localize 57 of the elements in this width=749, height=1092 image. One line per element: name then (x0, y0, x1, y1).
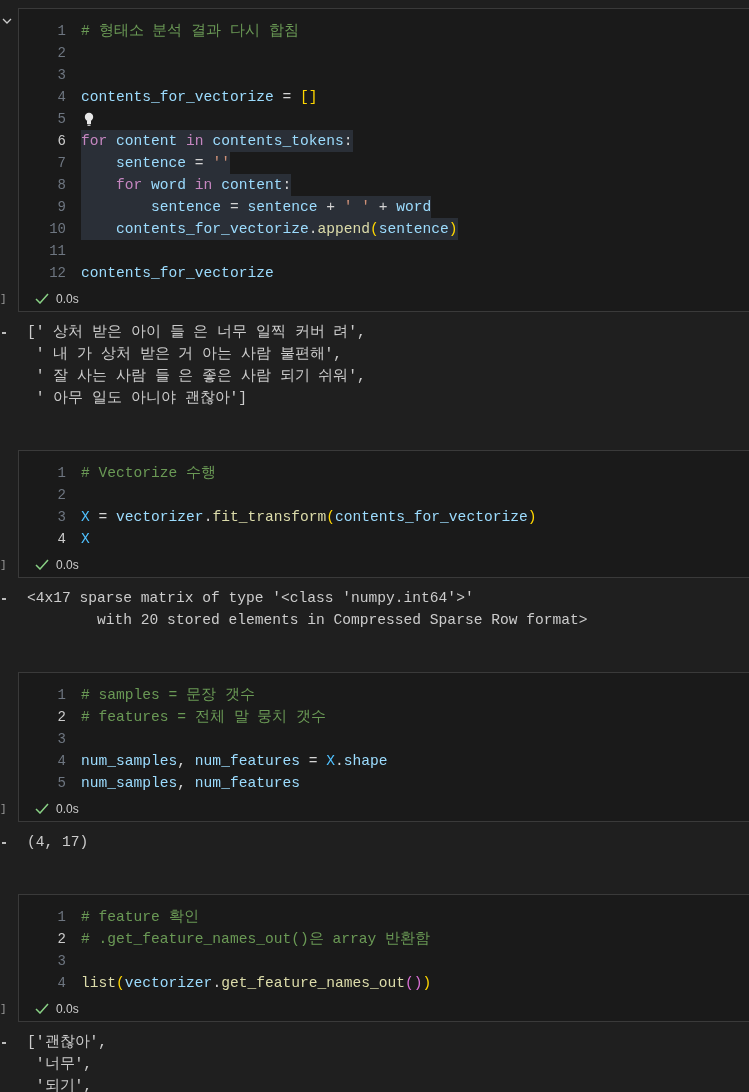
output-marker (2, 598, 6, 600)
line-number: 3 (56, 65, 66, 85)
output-line: with 20 stored elements in Compressed Sparse Row format> (96, 611, 589, 630)
line-number: 9 (56, 197, 66, 217)
line-number: 3 (56, 729, 66, 749)
execution-time: 0.0s (56, 556, 79, 574)
output-line: '너무', (34, 1055, 94, 1074)
line-number: 8 (56, 175, 66, 195)
line-number: 1 (56, 463, 66, 483)
code-cell[interactable] (18, 8, 749, 312)
line-number: 3 (56, 951, 66, 971)
check-icon (35, 559, 49, 570)
line-number: 3 (56, 507, 66, 527)
output-line: ['괜찮아', (27, 1033, 109, 1052)
line-number: 1 (56, 21, 66, 41)
execution-count: ] (0, 1001, 7, 1017)
output-line: '되기', (34, 1077, 94, 1092)
output-line: [' 상처 받은 아이 들 은 너무 일찍 커버 려', (27, 323, 367, 342)
line-number: 2 (56, 707, 66, 727)
output-line: (4, 17) (27, 833, 90, 852)
execution-time: 0.0s (56, 1000, 79, 1018)
execution-time: 0.0s (56, 290, 79, 308)
output-marker (2, 842, 6, 844)
execution-count: ] (0, 801, 7, 817)
lightbulb-icon[interactable] (84, 112, 94, 126)
output-line: <4x17 sparse matrix of type '<class 'numpy.int64'>' (27, 589, 475, 608)
code-cell[interactable]: 1 # samples = 문장 갯수 2 # features = 전체 말 뭉치 갯수 3 4 num_samples, num_features = X.shape 5 num_samples, num_features 0.0s (18, 672, 749, 822)
code-cell[interactable]: 1 # feature 확인 2 # .get_feature_names_out()은 array 반환함 3 4 list(vectorizer.get_feature_names_out()) 0.0s (18, 894, 749, 1022)
output-marker (2, 332, 6, 334)
line-number: 5 (56, 773, 66, 793)
check-icon (35, 803, 49, 814)
output-line: ' 아무 일도 아니야 괜찮아'] (34, 389, 249, 408)
output-line: ' 내 가 상처 받은 거 아는 사람 불편해', (34, 345, 344, 364)
line-number: 2 (56, 485, 66, 505)
line-number: 11 (48, 241, 66, 261)
code-cell[interactable]: 1 # Vectorize 수행 2 3 X = vectorizer.fit_transform(contents_for_vectorize) 4 X 0.0s (18, 450, 749, 578)
line-number: 4 (56, 87, 66, 107)
line-number: 1 (56, 685, 66, 705)
line-number: 5 (56, 109, 66, 129)
line-number: 4 (56, 973, 66, 993)
execution-time: 0.0s (56, 800, 79, 818)
line-number: 7 (56, 153, 66, 173)
line-number: 4 (56, 529, 66, 549)
line-number: 6 (56, 131, 66, 151)
check-icon (35, 1003, 49, 1014)
execution-count: ] (0, 291, 7, 307)
line-number: 10 (48, 219, 66, 239)
line-number: 2 (56, 43, 66, 63)
line-number: 4 (56, 751, 66, 771)
line-number: 1 (56, 907, 66, 927)
check-icon (35, 293, 49, 304)
collapse-chevron-icon[interactable] (2, 18, 12, 24)
line-number: 12 (48, 263, 66, 283)
execution-count: ] (0, 557, 7, 573)
output-line: ' 잘 사는 사람 들 은 좋은 사람 되기 쉬워', (34, 367, 367, 386)
output-marker (2, 1042, 6, 1044)
line-number: 2 (56, 929, 66, 949)
